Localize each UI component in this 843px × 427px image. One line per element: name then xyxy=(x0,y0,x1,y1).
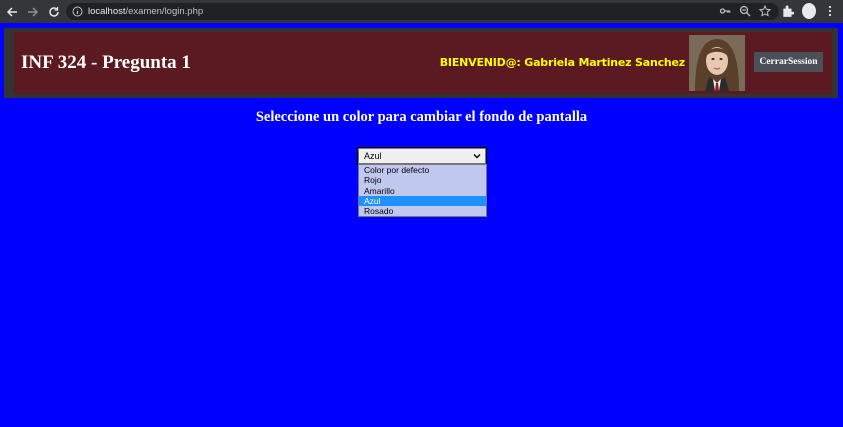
page-header: INF 324 - Pregunta 1 BIENVENID@: Gabriel… xyxy=(14,32,832,94)
user-name: Gabriela Martinez Sanchez xyxy=(524,56,685,69)
bookmark-star-icon[interactable] xyxy=(759,5,771,17)
url-text[interactable]: localhost/examen/login.php xyxy=(88,6,203,17)
header-frame: INF 324 - Pregunta 1 BIENVENID@: Gabriel… xyxy=(4,28,838,98)
page-title: INF 324 - Pregunta 1 xyxy=(21,52,191,73)
key-icon[interactable] xyxy=(719,5,731,17)
menu-kebab-icon[interactable] xyxy=(823,3,837,19)
address-bar[interactable]: localhost/examen/login.php xyxy=(66,3,779,20)
option-rojo[interactable]: Rojo xyxy=(359,175,486,185)
option-amarillo[interactable]: Amarillo xyxy=(359,186,486,196)
option-rosado[interactable]: Rosado xyxy=(359,206,486,216)
reload-icon[interactable] xyxy=(45,3,63,21)
browser-toolbar: localhost/examen/login.php xyxy=(0,0,843,23)
info-icon[interactable] xyxy=(72,6,83,17)
option-color-por-defecto[interactable]: Color por defecto xyxy=(359,165,486,175)
profile-avatar-icon[interactable] xyxy=(802,3,816,19)
chevron-down-icon xyxy=(472,151,482,161)
color-select[interactable]: Azul xyxy=(357,147,487,165)
welcome-label: BIENVENID@: xyxy=(439,56,521,69)
option-azul[interactable]: Azul xyxy=(359,195,486,207)
welcome-message: BIENVENID@: Gabriela Martinez Sanchez xyxy=(440,56,685,69)
extensions-icon[interactable] xyxy=(781,3,795,19)
back-icon[interactable] xyxy=(3,3,21,21)
logout-button[interactable]: CerrarSession xyxy=(754,52,823,72)
user-photo xyxy=(689,35,745,91)
zoom-icon[interactable] xyxy=(739,5,751,17)
instructions-heading: Seleccione un color para cambiar el fond… xyxy=(255,109,588,125)
color-select-value: Azul xyxy=(364,151,382,161)
color-options-list: Color por defecto Rojo Amarillo Azul Ros… xyxy=(358,164,487,218)
forward-icon[interactable] xyxy=(24,3,42,21)
